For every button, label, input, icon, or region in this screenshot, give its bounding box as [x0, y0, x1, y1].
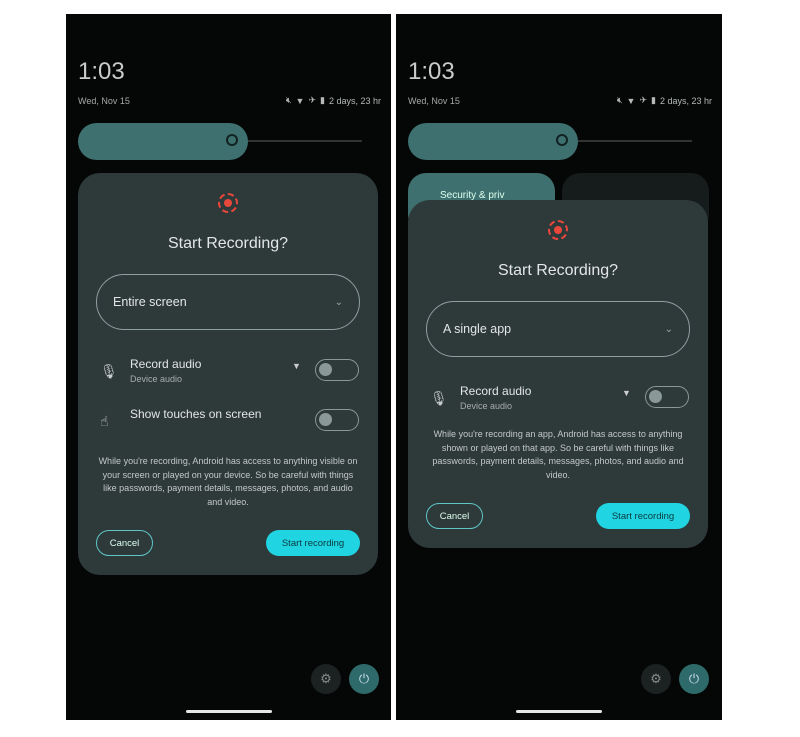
show-touches-toggle[interactable] — [315, 409, 359, 431]
select-value: A single app — [443, 322, 512, 336]
record-audio-label: Record audio — [460, 384, 532, 398]
status-bar: 🔇︎ ▼ ✈︎ ▮ 2 days, 23 hr — [286, 95, 381, 106]
phone-screen-single-app: 1:03 Wed, Nov 15 🔇︎ ▼ ✈︎ ▮ 2 days, 23 hr Sec… — [396, 14, 722, 720]
status-bar: 🔇︎ ▼ ✈︎ ▮ 2 days, 23 hr — [617, 95, 712, 106]
audio-source-label[interactable]: Device audio — [460, 401, 512, 411]
brightness-icon — [556, 134, 568, 146]
mute-icon: 🔇︎ — [285, 95, 292, 105]
brightness-slider[interactable] — [408, 123, 578, 160]
cancel-button[interactable]: Cancel — [426, 503, 483, 529]
dialog-title: Start Recording? — [167, 235, 289, 252]
phone-screen-entire: 1:03 Wed, Nov 15 🔇︎ ▼ ✈︎ ▮ 2 days, 23 hr Sta… — [66, 14, 391, 720]
battery-text: 2 days, 23 hr — [328, 95, 381, 106]
wifi-icon: ▼ — [295, 95, 305, 106]
record-audio-label: Record audio — [130, 357, 202, 371]
select-value: Entire screen — [113, 295, 187, 309]
microphone-icon: 🎙︎ — [430, 390, 448, 406]
record-scope-select[interactable]: A single app ⌄ — [426, 301, 690, 357]
start-recording-button[interactable]: Start recording — [266, 530, 360, 556]
battery-icon: ▮ — [651, 95, 656, 105]
power-button[interactable]: ⏻ — [679, 664, 709, 694]
audio-source-dropdown-icon[interactable]: ▼ — [622, 388, 631, 398]
start-recording-button[interactable]: Start recording — [596, 503, 690, 529]
settings-button[interactable]: ⚙ — [311, 664, 341, 694]
clock: 1:03 — [78, 58, 125, 85]
date: Wed, Nov 15 — [408, 96, 460, 106]
airplane-icon: ✈︎ — [308, 95, 317, 105]
start-recording-dialog: Start Recording? A single app ⌄ 🎙︎ Record… — [408, 200, 708, 548]
screen-record-icon — [218, 193, 238, 213]
gesture-nav-bar[interactable] — [186, 710, 272, 713]
show-touches-label: Show touches on screen — [130, 407, 262, 421]
mute-icon: 🔇︎ — [616, 95, 623, 105]
clock: 1:03 — [408, 58, 455, 85]
show-touches-row: ☝︎ Show touches on screen — [78, 405, 378, 445]
audio-source-dropdown-icon[interactable]: ▼ — [292, 361, 301, 371]
chevron-down-icon: ⌄ — [334, 296, 343, 308]
power-button[interactable]: ⏻ — [349, 664, 379, 694]
microphone-icon: 🎙︎ — [100, 363, 118, 379]
brightness-slider[interactable] — [78, 123, 248, 160]
record-scope-select[interactable]: Entire screen ⌄ — [96, 274, 360, 330]
record-audio-row: 🎙︎ Record audio Device audio ▼ — [78, 355, 378, 395]
gesture-nav-bar[interactable] — [516, 710, 602, 713]
dialog-title: Start Recording? — [497, 262, 619, 279]
date: Wed, Nov 15 — [78, 96, 130, 106]
cancel-button[interactable]: Cancel — [96, 530, 153, 556]
privacy-warning: While you're recording, Android has acce… — [98, 456, 358, 507]
chevron-down-icon: ⌄ — [664, 323, 673, 335]
battery-text: 2 days, 23 hr — [659, 95, 712, 106]
battery-icon: ▮ — [320, 95, 325, 105]
audio-source-label[interactable]: Device audio — [130, 374, 182, 384]
brightness-track[interactable] — [578, 140, 692, 142]
record-audio-toggle[interactable] — [315, 359, 359, 381]
settings-button[interactable]: ⚙ — [641, 664, 671, 694]
record-audio-row: 🎙︎ Record audio Device audio ▼ — [408, 382, 708, 422]
brightness-track[interactable] — [248, 140, 362, 142]
wifi-icon: ▼ — [626, 95, 636, 106]
airplane-icon: ✈︎ — [639, 95, 648, 105]
start-recording-dialog: Start Recording? Entire screen ⌄ 🎙︎ Recor… — [78, 173, 378, 575]
privacy-warning: While you're recording an app, Android h… — [432, 429, 684, 480]
screen-record-icon — [548, 220, 568, 240]
brightness-icon — [226, 134, 238, 146]
touch-icon: ☝︎ — [100, 413, 109, 429]
record-audio-toggle[interactable] — [645, 386, 689, 408]
